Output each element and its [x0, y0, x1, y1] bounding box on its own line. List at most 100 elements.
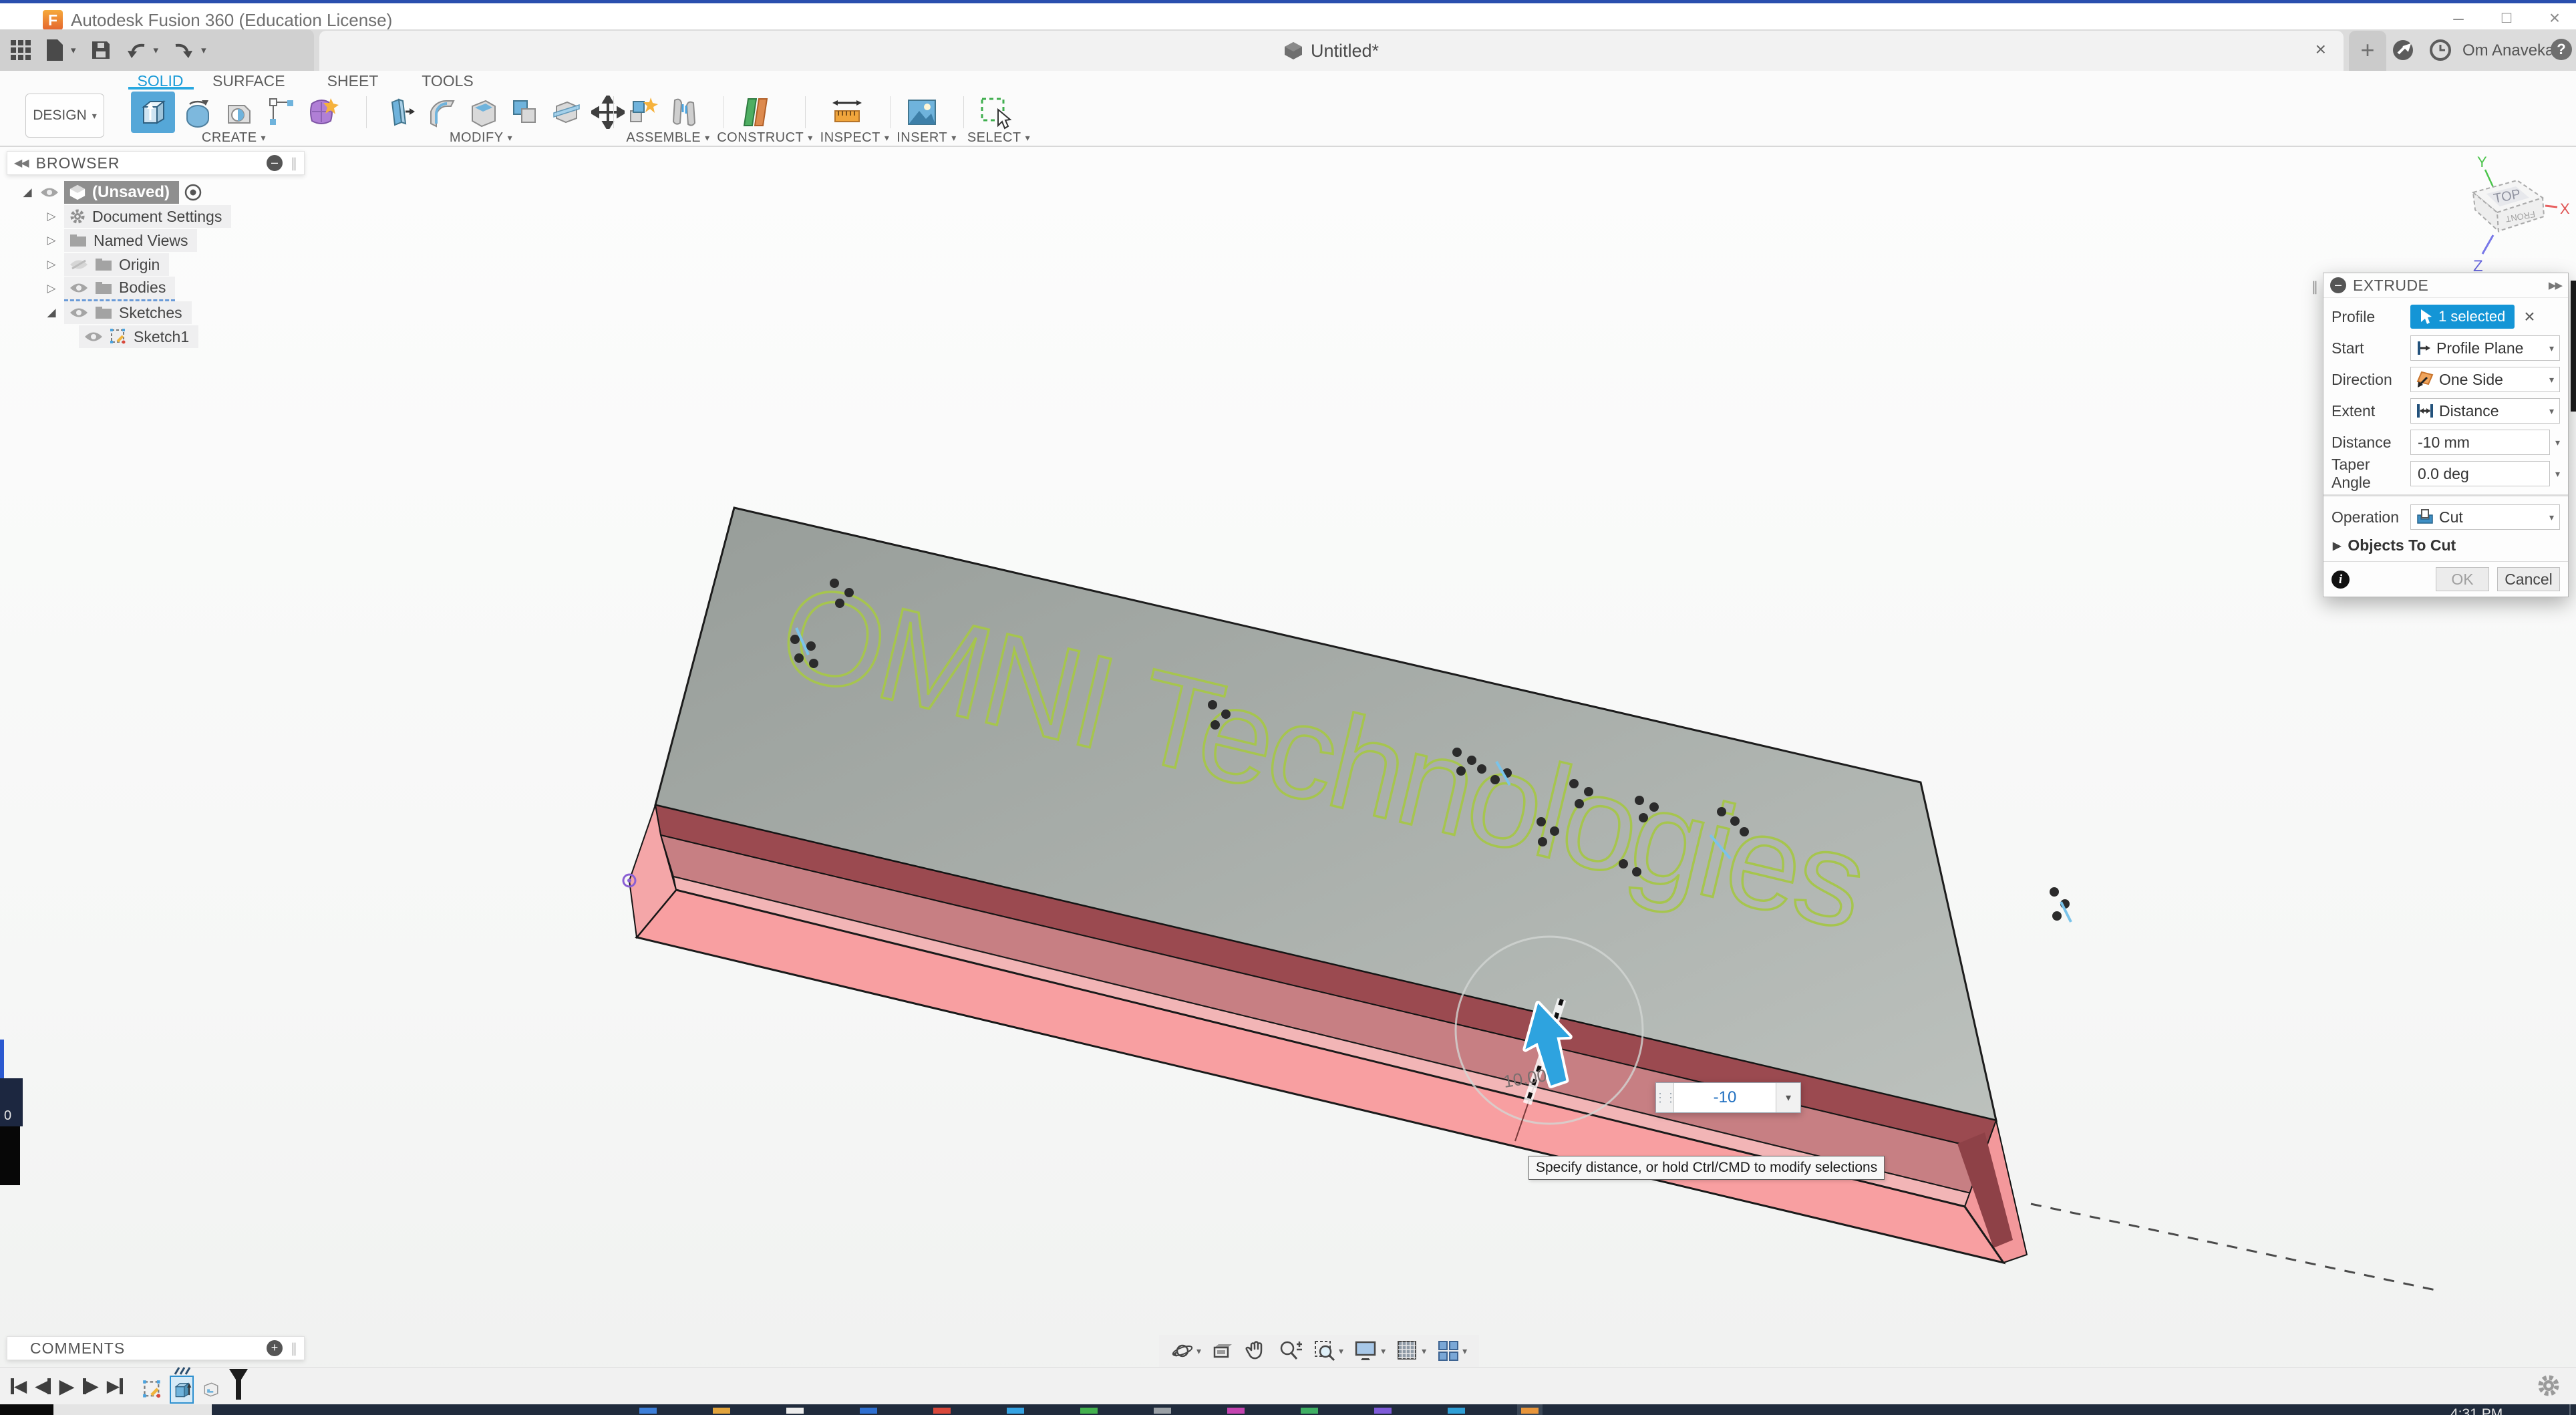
- step-back-button[interactable]: ◀: [35, 1376, 51, 1396]
- construct-plane-button[interactable]: [738, 94, 775, 131]
- grid-settings-button[interactable]: ▾: [1396, 1340, 1426, 1362]
- browser-row-origin[interactable]: ▷ Origin: [7, 253, 305, 277]
- taskbar-app-icon[interactable]: [1521, 1408, 1539, 1414]
- timeline-settings-gear-icon[interactable]: [2536, 1373, 2561, 1398]
- new-document-button[interactable]: +: [2349, 31, 2386, 71]
- taskbar-app-icon[interactable]: [786, 1408, 804, 1414]
- notifications-clock-icon[interactable]: [2429, 39, 2452, 61]
- value-scrub-handle[interactable]: ⋮⋮: [1656, 1083, 1673, 1112]
- tab-surface[interactable]: SURFACE: [212, 72, 282, 90]
- insert-image-button[interactable]: [903, 94, 941, 131]
- move-copy-button[interactable]: [589, 94, 627, 131]
- value-dropdown-icon[interactable]: ▾: [1776, 1083, 1800, 1112]
- skip-to-start-button[interactable]: ◀: [11, 1376, 27, 1396]
- visibility-off-eye-icon[interactable]: [69, 259, 88, 270]
- taskbar-app-icon[interactable]: [713, 1408, 730, 1414]
- browser-row-root[interactable]: ◢ (Unsaved): [7, 180, 305, 204]
- modify-group-label[interactable]: MODIFY▾: [414, 131, 548, 144]
- revolve-button[interactable]: [179, 94, 216, 131]
- hole-button[interactable]: [220, 94, 258, 131]
- direction-dropdown[interactable]: One Side ▾: [2410, 367, 2560, 392]
- shell-button[interactable]: [465, 94, 502, 131]
- timeline-sketch-feature[interactable]: [140, 1376, 164, 1404]
- app-grid-icon[interactable]: [11, 40, 31, 60]
- panel-grip-icon[interactable]: ∥: [291, 155, 297, 172]
- start-dropdown[interactable]: Profile Plane ▾: [2410, 335, 2560, 361]
- zoom-button[interactable]: [1279, 1340, 1303, 1362]
- taper-angle-input[interactable]: 0.0 deg: [2410, 461, 2550, 486]
- help-icon[interactable]: ?: [2551, 39, 2572, 60]
- distance-input[interactable]: -10 mm: [2410, 430, 2550, 455]
- dialog-header[interactable]: – EXTRUDE ▶▶: [2323, 273, 2568, 298]
- redo-caret-icon[interactable]: ▾: [201, 44, 206, 56]
- distance-caret-icon[interactable]: ▾: [2555, 437, 2560, 448]
- panel-grip-icon[interactable]: ∥: [291, 1340, 297, 1357]
- create-group-label[interactable]: CREATE▾: [167, 131, 301, 144]
- collapse-panel-icon[interactable]: ◀◀: [14, 156, 28, 170]
- visibility-eye-icon[interactable]: [84, 331, 103, 342]
- taskbar-app-icon[interactable]: [1374, 1408, 1392, 1414]
- skip-to-end-button[interactable]: ▶: [107, 1376, 123, 1396]
- operation-dropdown[interactable]: Cut ▾: [2410, 504, 2560, 530]
- display-caret-icon[interactable]: ▾: [1381, 1346, 1386, 1357]
- file-caret-icon[interactable]: ▾: [71, 44, 76, 56]
- viewports-caret-icon[interactable]: ▾: [1462, 1346, 1467, 1357]
- taskbar-app-icon[interactable]: [1154, 1408, 1171, 1414]
- viewcube[interactable]: Y TOP FRONT X Z: [2453, 152, 2576, 283]
- taskbar-app-icon[interactable]: [1080, 1408, 1098, 1414]
- windows-taskbar[interactable]: 4:31 PM: [0, 1404, 2576, 1415]
- tab-tools[interactable]: TOOLS: [420, 72, 476, 90]
- timeline-position-marker[interactable]: [228, 1369, 249, 1404]
- taper-caret-icon[interactable]: ▾: [2555, 468, 2560, 480]
- browser-row-document-settings[interactable]: ▷ Document Settings: [7, 204, 305, 228]
- visibility-eye-icon[interactable]: [69, 283, 88, 293]
- measure-button[interactable]: [828, 94, 866, 131]
- show-desktop-divider[interactable]: [2569, 1404, 2571, 1415]
- timeline-extrude-cut-feature[interactable]: [199, 1376, 223, 1404]
- ok-button[interactable]: OK: [2436, 567, 2489, 591]
- viewports-button[interactable]: ▾: [1437, 1340, 1467, 1362]
- distance-value-field[interactable]: -10: [1673, 1083, 1776, 1112]
- save-icon[interactable]: [91, 40, 111, 60]
- dialog-detach-icon[interactable]: ▶▶: [2549, 279, 2561, 291]
- combine-button[interactable]: [506, 94, 544, 131]
- zoom-window-button[interactable]: ▾: [1313, 1340, 1343, 1362]
- joint-button[interactable]: [665, 94, 703, 131]
- taskbar-app-icon[interactable]: [1448, 1408, 1465, 1414]
- browser-row-named-views[interactable]: ▷ Named Views: [7, 228, 305, 253]
- browser-header[interactable]: ◀◀ BROWSER – ∥: [7, 151, 305, 175]
- job-status-icon[interactable]: [2392, 39, 2414, 61]
- add-comment-icon[interactable]: +: [267, 1340, 283, 1356]
- taskbar-app-icon[interactable]: [1301, 1408, 1318, 1414]
- extrude-button[interactable]: [131, 92, 175, 133]
- expand-icon[interactable]: ◢: [44, 306, 59, 319]
- display-settings-button[interactable]: ▾: [1354, 1340, 1386, 1362]
- expand-icon[interactable]: ▷: [44, 282, 59, 295]
- visibility-eye-icon[interactable]: [69, 307, 88, 318]
- split-body-button[interactable]: [548, 94, 585, 131]
- orbit-caret-icon[interactable]: ▾: [1196, 1346, 1201, 1357]
- expand-icon[interactable]: ▷: [44, 234, 59, 247]
- browser-row-sketch1[interactable]: Sketch1: [7, 325, 305, 349]
- step-forward-button[interactable]: ▶: [83, 1376, 99, 1396]
- play-button[interactable]: ▶: [59, 1375, 74, 1398]
- fillet-button[interactable]: [424, 94, 461, 131]
- expand-icon[interactable]: ▷: [44, 258, 59, 271]
- new-component-button[interactable]: [624, 94, 661, 131]
- remove-panel-icon[interactable]: –: [267, 155, 283, 171]
- visibility-eye-icon[interactable]: [40, 187, 59, 198]
- select-button[interactable]: [977, 94, 1014, 131]
- taskbar-app-icon[interactable]: [1007, 1408, 1024, 1414]
- profile-selection-button[interactable]: 1 selected: [2410, 305, 2515, 329]
- model-canvas[interactable]: OMNI Technologies: [0, 0, 2576, 1415]
- undo-caret-icon[interactable]: ▾: [154, 44, 159, 56]
- taskbar-app-icon[interactable]: [1227, 1408, 1245, 1414]
- undo-icon[interactable]: [126, 40, 147, 60]
- grid-caret-icon[interactable]: ▾: [1422, 1346, 1426, 1357]
- taskbar-app-icon[interactable]: [639, 1408, 657, 1414]
- taskbar-app-icon[interactable]: [860, 1408, 877, 1414]
- info-icon[interactable]: i: [2331, 571, 2350, 589]
- document-tab[interactable]: Untitled* ×: [319, 31, 2344, 71]
- pattern-button[interactable]: [262, 94, 299, 131]
- pan-button[interactable]: [1245, 1340, 1268, 1362]
